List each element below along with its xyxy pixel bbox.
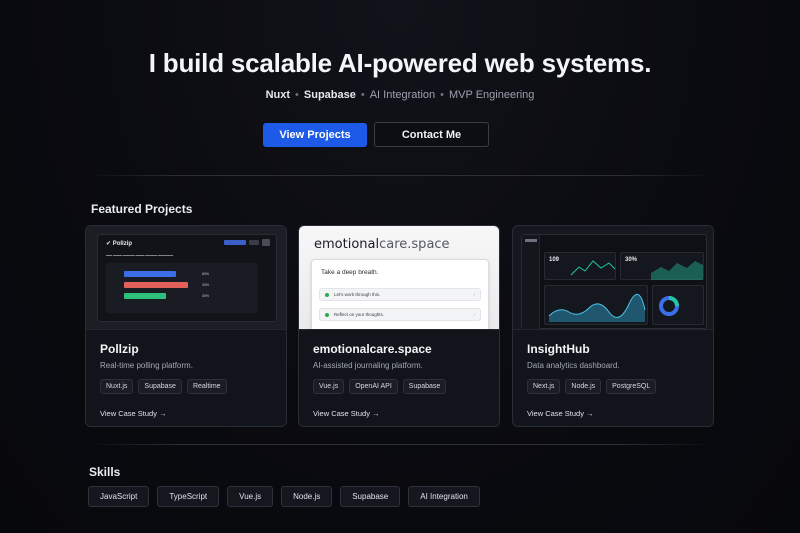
project-card-pollzip[interactable]: ✔ Pollzip ▬▬ ▬▬▬ ▬▬▬▬ ▬▬▬ ▬▬▬▬ ▬▬▬▬▬ 60%… [85, 225, 287, 427]
skill-badge: JavaScript [88, 486, 150, 507]
poll-percent-1: 60% [202, 272, 210, 276]
poll-bar-3 [124, 293, 166, 299]
emotionalcare-thumbnail-brand: emotionalcare.space [314, 237, 450, 252]
project-tags: Next.js Node.js PostgreSQL [527, 379, 657, 394]
poll-bar-2 [124, 282, 188, 288]
tech-tag: Vue.js [313, 379, 345, 394]
journal-option: Let’s work through this. › [319, 288, 481, 301]
project-card-emotionalcare[interactable]: emotionalcare.space Take a deep breath. … [298, 225, 500, 427]
project-description: AI-assisted journaling platform. [313, 361, 423, 370]
thumbnail-question: ▬▬ ▬▬▬ ▬▬▬▬ ▬▬▬ ▬▬▬▬ ▬▬▬▬▬ [106, 253, 174, 257]
stat-card: 30% [620, 252, 704, 280]
tech-tag: Node.js [565, 379, 602, 394]
project-description: Data analytics dashboard. [527, 361, 620, 370]
chevron-right-icon: › [473, 312, 476, 317]
tech-tag: Nuxt.js [100, 379, 134, 394]
tagline-item-mvp-engineering: MVP Engineering [449, 89, 535, 101]
tagline-item-nuxt: Nuxt [265, 89, 291, 101]
project-card-body: InsightHub Data analytics dashboard. Nex… [513, 329, 713, 426]
tech-tag: Supabase [402, 379, 447, 394]
skill-badge: TypeScript [157, 486, 220, 507]
status-dot-icon [325, 313, 329, 317]
poll-bar-1 [124, 271, 176, 277]
tech-tag: PostgreSQL [606, 379, 657, 394]
sparkline-chart [570, 260, 616, 276]
view-case-study-link[interactable]: View Case Study → [100, 409, 167, 418]
contact-me-button[interactable]: Contact Me [374, 122, 489, 147]
project-tags: Nuxt.js Supabase Realtime [100, 379, 227, 394]
skill-badge: Supabase [340, 486, 401, 507]
poll-results-panel: 60% 30% 30% [106, 263, 258, 313]
thumbnail-avatar [262, 239, 270, 246]
tech-tag: OpenAI API [349, 379, 398, 394]
journal-sheet: Take a deep breath. Let’s work through t… [311, 259, 489, 329]
tagline-item-ai-integration: AI Integration [369, 89, 436, 101]
poll-percent-3: 30% [202, 294, 210, 298]
project-title: InsightHub [527, 342, 590, 356]
area-chart-card [544, 285, 648, 325]
project-title: emotionalcare.space [313, 342, 432, 356]
view-case-study-link[interactable]: View Case Study → [527, 409, 594, 418]
separator-dot: • [360, 89, 365, 101]
project-title: Pollzip [100, 342, 139, 356]
separator-dot: • [295, 89, 299, 101]
tagline-item-supabase: Supabase [303, 89, 356, 101]
view-projects-button[interactable]: View Projects [263, 123, 367, 147]
insighthub-thumbnail: 109 30% [513, 226, 713, 329]
hero-headline: I build scalable AI-powered web systems. [148, 48, 652, 78]
journal-option: Reflect on your thoughts. › [319, 308, 481, 321]
section-divider [84, 444, 716, 445]
dashboard-sidebar [522, 235, 540, 329]
dashboard-preview: 109 30% [521, 234, 707, 329]
pollzip-thumbnail-logo: ✔ Pollzip [106, 241, 133, 247]
chevron-right-icon: › [473, 292, 476, 297]
skill-badge: AI Integration [408, 486, 480, 507]
area-chart [548, 294, 646, 322]
project-card-insighthub[interactable]: 109 30% InsightHub Data analytics dashbo… [512, 225, 714, 427]
donut-chart-card [652, 285, 704, 325]
status-dot-icon [325, 293, 329, 297]
thumbnail-chip [224, 240, 246, 245]
project-tags: Vue.js OpenAI API Supabase [313, 379, 447, 394]
skill-badge: Vue.js [227, 486, 274, 507]
project-card-body: Pollzip Real-time polling platform. Nuxt… [86, 329, 286, 426]
tech-tag: Supabase [138, 379, 182, 394]
donut-chart [659, 296, 679, 316]
hero-tagline: Nuxt • Supabase • AI Integration • MVP Enginee… [0, 89, 800, 101]
sparkline-chart [651, 261, 703, 280]
dashboard-logo [525, 239, 537, 242]
skills-list: JavaScript TypeScript Vue.js Node.js Sup… [88, 486, 480, 507]
tech-tag: Next.js [527, 379, 561, 394]
project-card-body: emotionalcare.space AI-assisted journali… [299, 329, 499, 426]
tech-tag: Realtime [186, 379, 227, 394]
section-divider [84, 175, 716, 176]
hero-section: I build scalable AI-powered web systems.… [0, 0, 800, 176]
journal-prompt: Take a deep breath. [321, 269, 379, 276]
stat-card: 109 [544, 252, 616, 280]
skills-heading: Skills [89, 465, 121, 479]
pollzip-thumbnail: ✔ Pollzip ▬▬ ▬▬▬ ▬▬▬▬ ▬▬▬ ▬▬▬▬ ▬▬▬▬▬ 60%… [86, 226, 286, 329]
view-case-study-link[interactable]: View Case Study → [313, 409, 380, 418]
thumbnail-chip [249, 240, 259, 245]
skill-badge: Node.js [281, 486, 333, 507]
separator-dot: • [440, 89, 445, 101]
featured-projects-heading: Featured Projects [91, 202, 193, 216]
project-description: Real-time polling platform. [100, 361, 193, 370]
emotionalcare-thumbnail: emotionalcare.space Take a deep breath. … [299, 226, 499, 329]
poll-percent-2: 30% [202, 283, 210, 287]
